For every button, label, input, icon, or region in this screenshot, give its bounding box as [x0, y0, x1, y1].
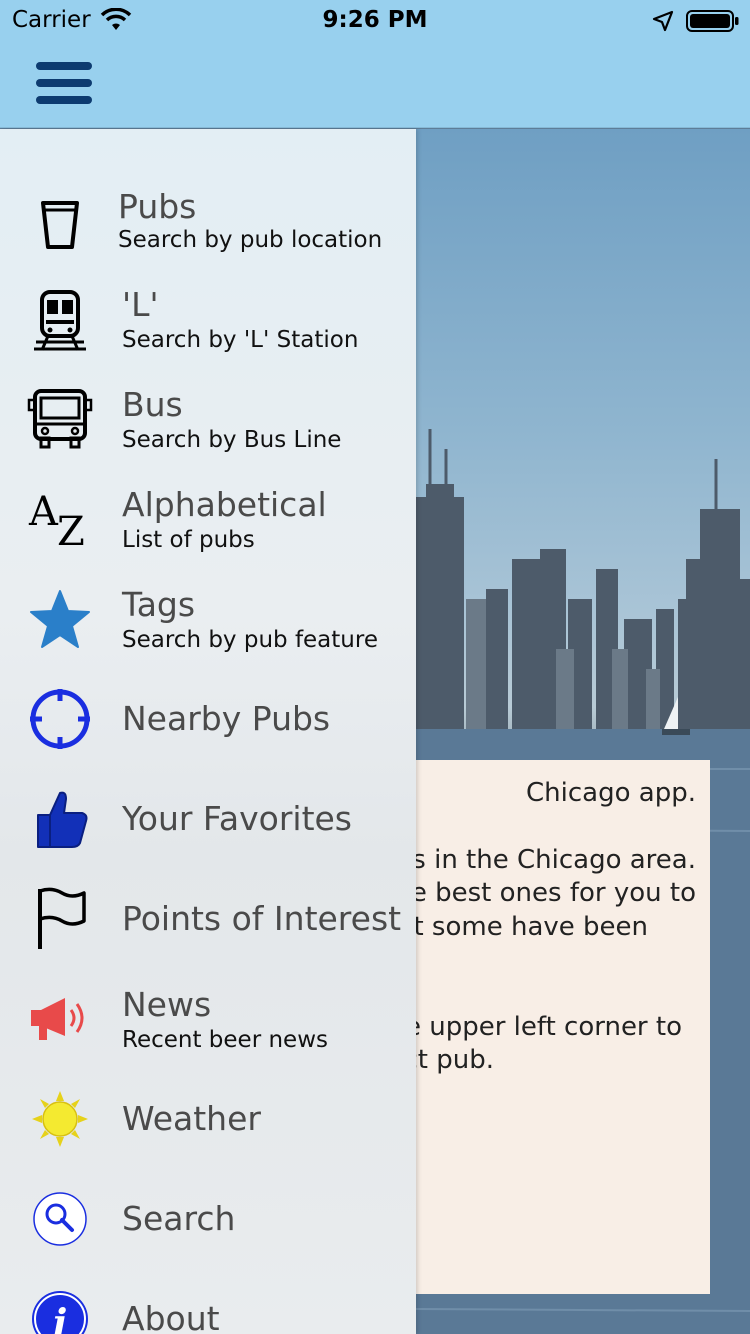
- svg-text:Z: Z: [57, 509, 85, 549]
- menu-item-tags[interactable]: Tags Search by pub feature: [0, 571, 416, 671]
- menu-item-alphabetical[interactable]: A Z Alphabetical List of pubs: [0, 471, 416, 571]
- hamburger-bar: [36, 62, 92, 70]
- card-text-line: Chicago app.: [526, 778, 696, 808]
- card-text-line: s in the Chicago area.: [416, 845, 696, 875]
- svg-text:i: i: [53, 1300, 67, 1334]
- menu-item-subtitle: Search by Bus Line: [122, 427, 342, 453]
- a-z-icon: A Z: [24, 487, 96, 551]
- magnifier-icon: [24, 1187, 96, 1251]
- menu-item-about[interactable]: i About: [0, 1271, 416, 1334]
- nav-bar: Carrier 9:26 PM: [0, 0, 750, 128]
- menu-button[interactable]: [36, 62, 92, 106]
- svg-text:A: A: [28, 489, 59, 535]
- welcome-card: Chicago app. s in the Chicago area. e be…: [416, 760, 710, 1294]
- flag-icon: [24, 887, 96, 951]
- menu-item-title: Weather: [122, 1099, 261, 1138]
- card-text-line: e upper left corner to: [416, 1012, 682, 1042]
- card-text-line: e best ones for you to: [416, 878, 696, 908]
- menu-item-subtitle: List of pubs: [122, 527, 255, 553]
- menu-item-title: News: [122, 985, 212, 1024]
- menu-item-search[interactable]: Search: [0, 1171, 416, 1271]
- megaphone-icon: [24, 987, 96, 1051]
- menu-item-title: Points of Interest: [122, 899, 402, 938]
- info-icon: i: [24, 1287, 96, 1334]
- hamburger-bar: [36, 96, 92, 104]
- menu-item-title: Your Favorites: [122, 799, 353, 838]
- card-text-line: ct pub.: [416, 1045, 494, 1075]
- menu-item-nearby-pubs[interactable]: Nearby Pubs: [0, 671, 416, 771]
- menu-item-weather[interactable]: Weather: [0, 1071, 416, 1171]
- menu-item-title: Bus: [122, 385, 183, 424]
- menu-item-title: Search: [122, 1199, 236, 1238]
- menu-item-title: Pubs: [118, 187, 197, 226]
- thumbs-up-icon: [24, 787, 96, 851]
- star-icon: [24, 587, 96, 651]
- bus-icon: [24, 387, 96, 451]
- card-text-line: ut some have been: [416, 912, 648, 942]
- status-time: 9:26 PM: [322, 7, 428, 33]
- menu-item-points-of-interest[interactable]: Points of Interest: [0, 871, 416, 971]
- pint-glass-icon: [24, 193, 96, 257]
- menu-item-title: Nearby Pubs: [122, 699, 331, 738]
- train-icon: [24, 289, 96, 353]
- menu-item-your-favorites[interactable]: Your Favorites: [0, 771, 416, 871]
- menu-item-title: Alphabetical: [122, 485, 327, 524]
- status-bar: Carrier 9:26 PM: [0, 0, 750, 40]
- menu-item-news[interactable]: News Recent beer news: [0, 971, 416, 1071]
- menu-item-subtitle: Recent beer news: [122, 1027, 328, 1053]
- crosshair-icon: [24, 687, 96, 751]
- menu-item-title: About: [122, 1299, 220, 1334]
- menu-item-title: 'L': [122, 285, 159, 324]
- menu-item-subtitle: Search by 'L' Station: [122, 327, 359, 353]
- menu-item-l-train[interactable]: 'L' Search by 'L' Station: [0, 271, 416, 371]
- battery-icon: [686, 10, 739, 32]
- location-arrow-icon: [652, 10, 674, 32]
- menu-item-subtitle: Search by pub location: [118, 227, 383, 253]
- menu-item-pubs[interactable]: Pubs Search by pub location: [0, 171, 416, 271]
- side-menu: Pubs Search by pub location 'L' Search b…: [0, 129, 416, 1334]
- sun-icon: [24, 1087, 96, 1151]
- menu-item-bus[interactable]: Bus Search by Bus Line: [0, 371, 416, 471]
- menu-item-title: Tags: [122, 585, 196, 624]
- menu-item-subtitle: Search by pub feature: [122, 627, 378, 653]
- hamburger-bar: [36, 79, 92, 87]
